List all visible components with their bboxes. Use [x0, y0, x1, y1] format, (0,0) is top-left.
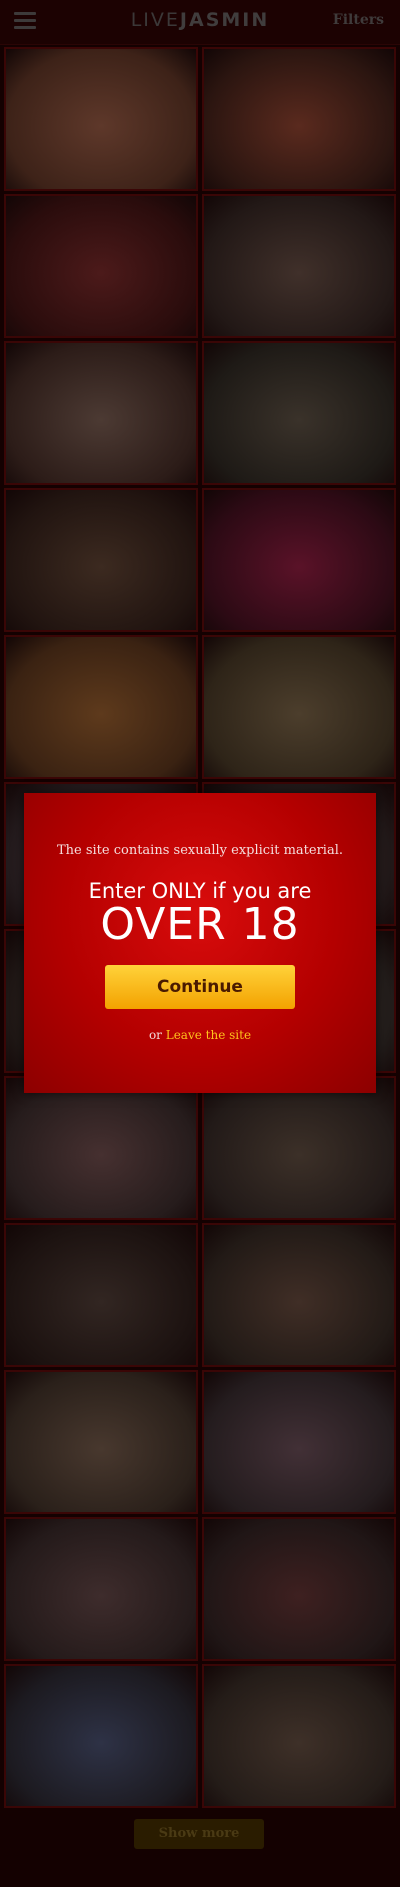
model-thumbnail[interactable] [202, 1076, 396, 1220]
model-thumbnail[interactable] [4, 635, 198, 779]
model-thumbnail[interactable] [4, 194, 198, 338]
show-more-button[interactable]: Show more [134, 1819, 264, 1849]
model-thumbnail[interactable] [4, 488, 198, 632]
model-thumbnail[interactable] [4, 1664, 198, 1808]
top-header: LIVEJASMIN Filters [0, 0, 400, 45]
model-thumbnail[interactable] [4, 1076, 198, 1220]
model-thumbnail[interactable] [4, 1517, 198, 1661]
or-text: or [148, 1028, 162, 1042]
model-thumbnail[interactable] [202, 1223, 396, 1367]
model-thumbnail[interactable] [4, 1370, 198, 1514]
filters-button[interactable]: Filters [333, 12, 384, 28]
model-thumbnail[interactable] [202, 47, 396, 191]
leave-line: or Leave the site [24, 1028, 376, 1042]
continue-button[interactable]: Continue [105, 965, 295, 1009]
model-thumbnail[interactable] [4, 47, 198, 191]
model-thumbnail[interactable] [202, 341, 396, 485]
model-thumbnail[interactable] [202, 194, 396, 338]
model-thumbnail[interactable] [202, 1664, 396, 1808]
logo-light-text: LIVE [130, 9, 180, 31]
model-thumbnail[interactable] [202, 635, 396, 779]
model-thumbnail[interactable] [202, 1370, 396, 1514]
leave-site-link[interactable]: Leave the site [166, 1028, 251, 1042]
model-thumbnail[interactable] [4, 1223, 198, 1367]
model-thumbnail[interactable] [202, 488, 396, 632]
explicit-content-notice: The site contains sexually explicit mate… [56, 843, 343, 858]
logo-bold-text: JASMIN [179, 9, 270, 31]
over-18-heading: OVER 18 [100, 899, 300, 950]
model-thumbnail[interactable] [202, 1517, 396, 1661]
age-verification-modal: The site contains sexually explicit mate… [24, 793, 376, 1093]
model-thumbnail[interactable] [4, 341, 198, 485]
